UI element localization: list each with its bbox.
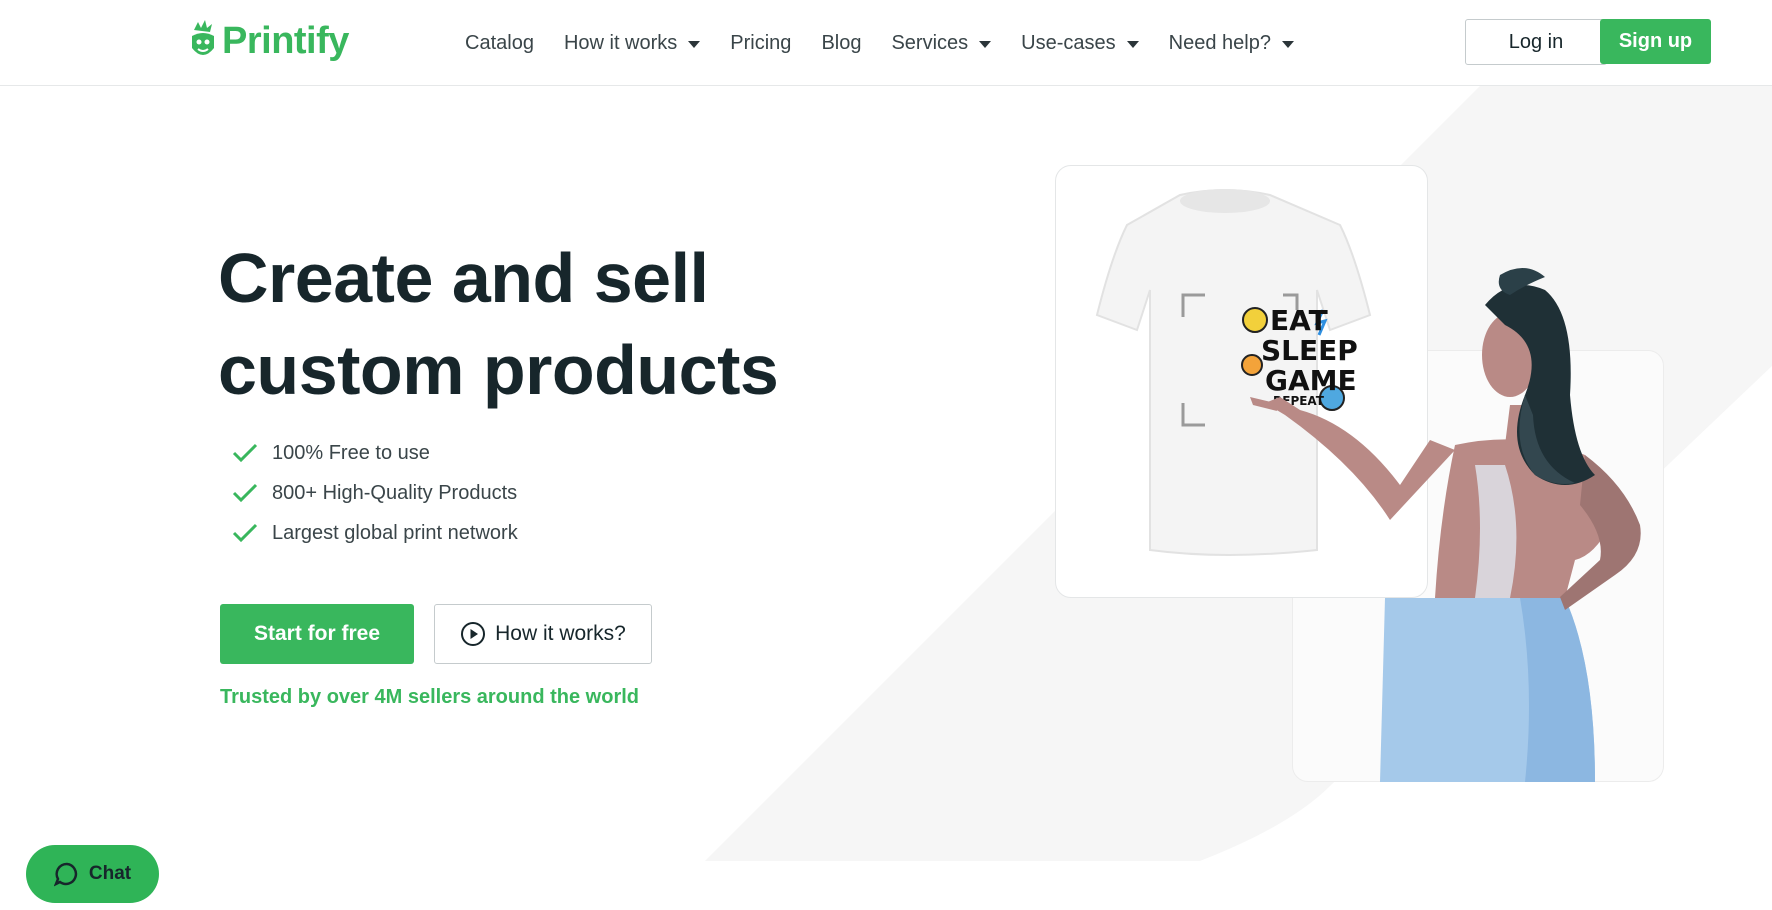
nav-item-how-it-works[interactable]: How it works: [563, 28, 701, 58]
printify-logo[interactable]: Printify: [188, 18, 349, 64]
chevron-down-icon: [1126, 41, 1139, 48]
feature-label: Largest global print network: [272, 521, 518, 544]
feature-list: 100% Free to use 800+ High-Quality Produ…: [232, 433, 518, 553]
main-nav: Catalog How it works Pricing Blog Servic…: [465, 28, 1324, 58]
printify-logo-icon: [192, 20, 214, 55]
feature-label: 100% Free to use: [272, 441, 430, 464]
print-line: SLEEP: [1261, 334, 1358, 367]
nav-item-pricing[interactable]: Pricing: [730, 28, 791, 58]
check-icon: [232, 443, 258, 463]
nav-label: Catalog: [465, 31, 534, 54]
login-button[interactable]: Log in: [1465, 19, 1607, 65]
feature-item: Largest global print network: [232, 513, 518, 553]
nav-label: Need help?: [1168, 31, 1271, 54]
nav-label: Pricing: [730, 31, 792, 54]
start-for-free-button[interactable]: Start for free: [220, 604, 414, 664]
nav-item-blog[interactable]: Blog: [821, 28, 861, 58]
nav-label: Blog: [821, 31, 862, 54]
nav-label: Services: [891, 31, 969, 54]
chevron-down-icon: [979, 41, 992, 48]
site-header: Printify Catalog How it works Pricing Bl…: [0, 0, 1772, 86]
print-line: GAME: [1265, 364, 1357, 397]
how-it-works-label: How it works?: [495, 622, 626, 645]
nav-label: How it works: [563, 31, 678, 54]
feature-item: 800+ High-Quality Products: [232, 473, 518, 513]
chat-button[interactable]: Chat: [26, 845, 159, 903]
print-line: EAT: [1270, 304, 1328, 337]
how-it-works-button[interactable]: How it works?: [434, 604, 652, 664]
chat-bubble-icon: [53, 862, 77, 887]
chevron-down-icon: [688, 41, 701, 48]
logo-text: Printify: [222, 19, 349, 62]
nav-item-services[interactable]: Services: [891, 28, 992, 58]
nav-label: Use-cases: [1021, 31, 1116, 54]
check-icon: [232, 523, 258, 543]
trusted-text: Trusted by over 4M sellers around the wo…: [220, 686, 639, 708]
play-circle-icon: [461, 622, 486, 646]
nav-item-need-help[interactable]: Need help?: [1169, 28, 1294, 58]
nav-item-catalog[interactable]: Catalog: [465, 28, 534, 58]
feature-item: 100% Free to use: [232, 433, 518, 473]
hero-title-line: custom products: [218, 331, 779, 409]
chat-label: Chat: [88, 863, 132, 884]
check-icon: [232, 483, 258, 503]
chevron-down-icon: [1281, 41, 1294, 48]
nav-item-use-cases[interactable]: Use-cases: [1021, 28, 1139, 58]
signup-button[interactable]: Sign up: [1600, 19, 1711, 64]
hero-illustration: EAT SLEEP GAME REPEAT: [1095, 189, 1641, 782]
feature-label: 800+ High-Quality Products: [272, 481, 518, 504]
hero-title: Create and sell custom products: [218, 232, 838, 416]
hero-title-line: Create and sell: [218, 239, 709, 317]
